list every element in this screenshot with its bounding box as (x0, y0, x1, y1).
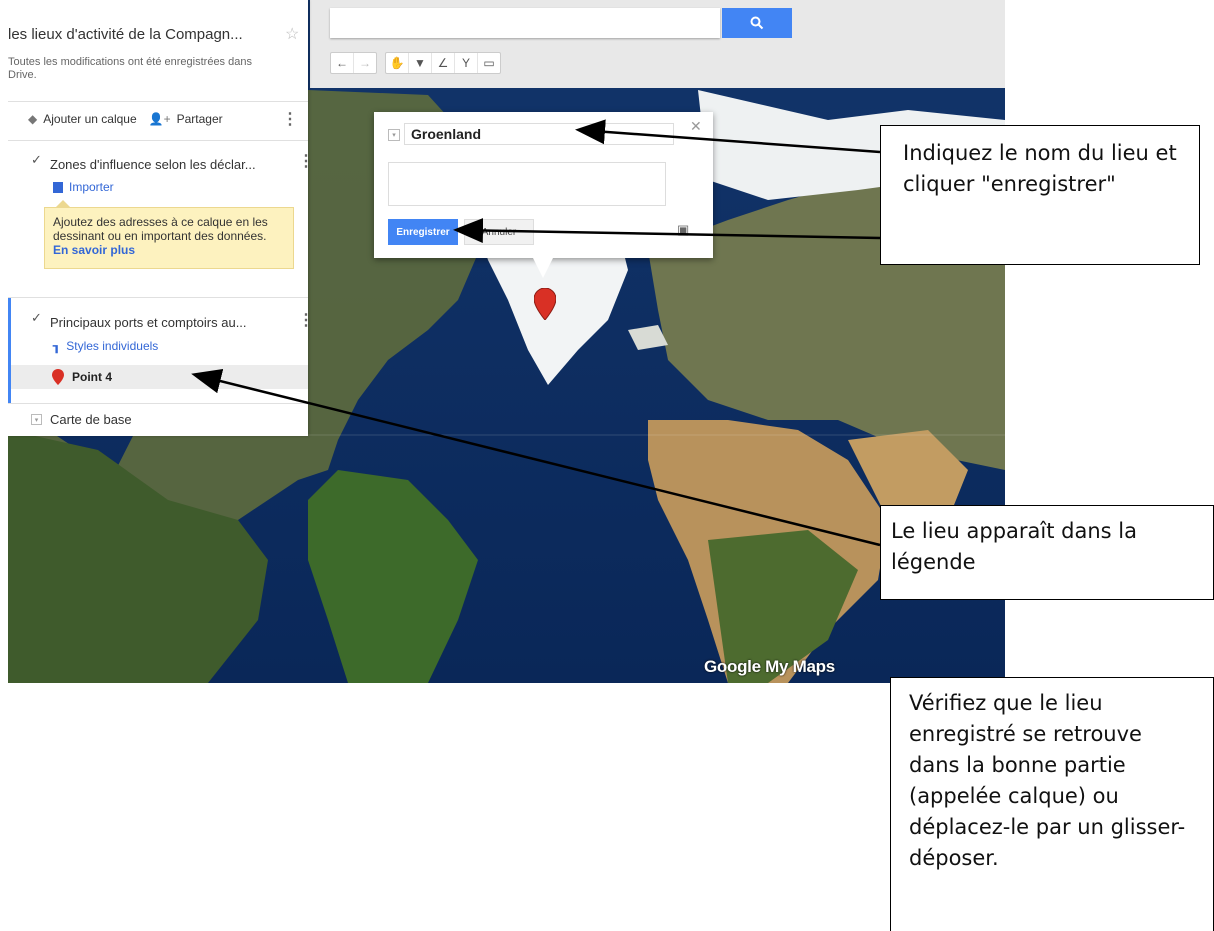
layer-visibility-checkbox[interactable]: ✓ (31, 152, 42, 168)
camera-icon[interactable]: ▣ (677, 222, 689, 238)
cancel-button[interactable]: Annuler (464, 219, 534, 245)
divider (8, 297, 308, 298)
place-name-input[interactable] (404, 123, 674, 145)
share-button[interactable]: Partager (177, 112, 223, 126)
map-toolbar-area: ← → ✋ ▼ ∠ Y ▭ (310, 0, 1005, 88)
draw-line-icon[interactable]: ∠ (432, 53, 455, 73)
paint-roller-icon: ┒ (53, 339, 61, 353)
search-button[interactable] (722, 8, 792, 38)
layer-name[interactable]: Zones d'influence selon les déclar... (50, 157, 256, 172)
ruler-icon[interactable]: ▭ (478, 53, 500, 73)
panel-menu-icon[interactable]: ⋮ (282, 112, 298, 128)
layer-visibility-checkbox[interactable]: ✓ (31, 310, 42, 326)
divider (8, 101, 308, 102)
add-person-icon: 👤+ (148, 112, 171, 126)
styles-label: Styles individuels (66, 339, 159, 353)
divider (8, 403, 308, 404)
import-icon (53, 181, 63, 193)
place-editor-popup: ▾ ✕ Enregistrer Annuler ▣ (374, 112, 713, 258)
callout-legend-hint: Le lieu apparaît dans la légende (880, 505, 1214, 600)
google-my-maps-logo: Google My Maps (704, 657, 835, 676)
red-marker-icon (52, 369, 64, 390)
description-input[interactable] (388, 162, 666, 206)
layer-menu-icon[interactable]: ⋮ (298, 313, 314, 329)
import-link[interactable]: Importer (53, 180, 114, 194)
layers-panel: les lieux d'activité de la Compagn... ☆ … (8, 0, 314, 436)
import-label: Importer (69, 180, 114, 194)
basemap-label[interactable]: Carte de base (50, 412, 132, 427)
chevron-down-icon[interactable]: ▾ (388, 129, 400, 141)
search-icon (750, 16, 764, 30)
my-maps-screenshot: ← → ✋ ▼ ∠ Y ▭ les lieux d'activité de la… (8, 0, 1005, 683)
undo-icon[interactable]: ← (331, 53, 354, 73)
layers-icon: ◆ (28, 112, 38, 126)
tool-group: ✋ ▼ ∠ Y ▭ (385, 52, 501, 74)
layer-name[interactable]: Principaux ports et comptoirs au... (50, 315, 247, 330)
callout-name-hint: Indiquez le nom du lieu et cliquer "enre… (880, 125, 1200, 265)
tip-arrow (56, 200, 70, 207)
panel-actions: ◆ Ajouter un calque 👤+ Partager (28, 112, 223, 126)
hand-icon[interactable]: ✋ (386, 53, 409, 73)
save-status: Toutes les modifications ont été enregis… (8, 56, 252, 81)
undo-redo-group: ← → (330, 52, 377, 74)
save-button[interactable]: Enregistrer (388, 219, 458, 245)
callout-verify-hint: Vérifiez que le lieu enregistré se retro… (890, 677, 1214, 931)
divider (8, 140, 308, 141)
star-icon[interactable]: ☆ (285, 24, 299, 44)
redo-icon[interactable]: → (354, 53, 376, 73)
popup-tail (533, 258, 553, 278)
map-title[interactable]: les lieux d'activité de la Compagn... (8, 26, 278, 43)
empty-layer-tip: Ajoutez des adresses à ce calque en les … (44, 207, 294, 269)
close-icon[interactable]: ✕ (690, 118, 702, 135)
list-item-label: Point 4 (72, 370, 113, 384)
search-input[interactable] (330, 8, 720, 38)
learn-more-link[interactable]: En savoir plus (53, 243, 135, 257)
directions-icon[interactable]: Y (455, 53, 478, 73)
marker-icon[interactable]: ▼ (409, 53, 432, 73)
chevron-down-icon[interactable]: ▾ (31, 414, 42, 425)
layer-menu-icon[interactable]: ⋮ (298, 154, 314, 170)
styles-link[interactable]: ┒ Styles individuels (53, 339, 158, 353)
map-marker-icon[interactable] (533, 287, 557, 325)
add-layer-button[interactable]: Ajouter un calque (43, 112, 136, 126)
drawing-tools: ← → ✋ ▼ ∠ Y ▭ (330, 52, 509, 74)
tip-text: Ajoutez des adresses à ce calque en les … (53, 215, 268, 243)
